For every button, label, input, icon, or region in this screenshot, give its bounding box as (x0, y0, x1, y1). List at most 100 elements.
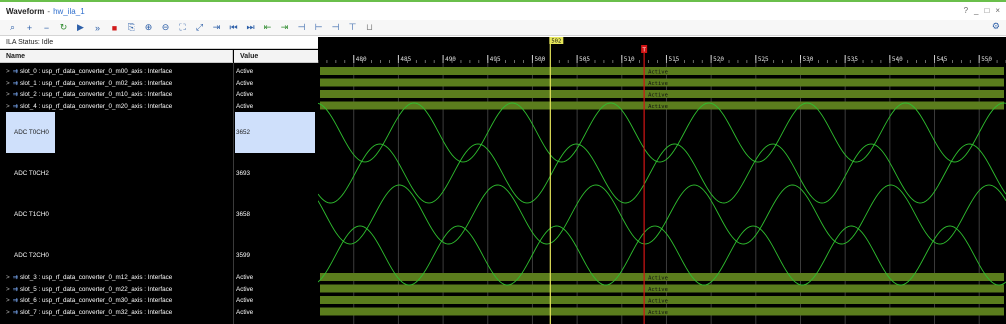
analog-waveform[interactable] (318, 184, 1006, 245)
time-ruler[interactable] (318, 37, 1006, 63)
signal-name[interactable]: > ⇉ slot_1 : usp_rf_data_converter_0_m02_a… (0, 78, 233, 89)
ruler-tick-label: 500 (534, 56, 545, 63)
zoom-cursor-icon[interactable]: ⤢ (191, 21, 208, 35)
chevron-right-icon[interactable]: > (6, 80, 10, 87)
go-last-icon[interactable]: ⏭ (242, 21, 259, 35)
ruler-tick-label: 495 (490, 56, 501, 63)
signal-name[interactable]: > ⇉ slot_4 : usp_rf_data_converter_0_m20_a… (0, 101, 233, 112)
restore-button[interactable]: □ (984, 6, 989, 15)
signal-value: Active (236, 297, 254, 304)
waveform-pane[interactable]: 480 485 490 495 500 505 510 515 520 525 530 535 540 5… (318, 37, 1006, 324)
ruler-tick-label: 520 (713, 56, 724, 63)
signal-row-analog[interactable]: ADC T1CH0 3658 (0, 194, 318, 235)
help-button[interactable]: ? (964, 6, 968, 15)
cursor-icon[interactable]: ⇥ (208, 21, 225, 35)
stop-icon[interactable]: ■ (106, 21, 123, 35)
signal-value: Active (236, 274, 254, 281)
prev-transition-icon[interactable]: ⇤ (259, 21, 276, 35)
next-transition-icon[interactable]: ⇥ (276, 21, 293, 35)
signal-row-bus[interactable]: > ⇉ slot_0 : usp_rf_data_converter_0_m00_a… (0, 66, 318, 77)
window-title: Waveform (6, 6, 45, 16)
chevron-right-icon[interactable]: > (6, 103, 10, 110)
signal-row-bus[interactable]: > ⇉ slot_3 : usp_rf_data_converter_0_m12_a… (0, 272, 318, 283)
zoom-out-icon[interactable]: ⊖ (157, 21, 174, 35)
close-button[interactable]: × (995, 6, 1000, 15)
signal-value: Active (236, 79, 254, 87)
signal-row-bus[interactable]: > ⇉ slot_1 : usp_rf_data_converter_0_m02_a… (0, 78, 318, 89)
bus-value-label: Active (648, 275, 668, 281)
run-trigger-icon[interactable]: ▶ (72, 21, 89, 35)
export-icon[interactable]: ⎘ (123, 21, 140, 35)
signal-row-bus[interactable]: > ⇉ slot_2 : usp_rf_data_converter_0_m10_a… (0, 89, 318, 100)
plus-icon[interactable]: + (21, 21, 38, 35)
minimize-button[interactable]: _ (974, 6, 978, 15)
signal-name-text: slot_4 : usp_rf_data_converter_0_m20_axi… (19, 102, 173, 110)
ila-status: ILA Status: Idle (0, 37, 318, 49)
signal-row-bus[interactable]: > ⇉ slot_6 : usp_rf_data_converter_0_m30_a… (0, 295, 318, 306)
chevron-right-icon[interactable]: > (6, 91, 10, 98)
signal-row-bus[interactable]: > ⇉ slot_4 : usp_rf_data_converter_0_m20_a… (0, 101, 318, 112)
refresh-icon[interactable]: ↻ (55, 21, 72, 35)
signal-row-bus[interactable]: > ⇉ slot_7 : usp_rf_data_converter_0_m32_a… (0, 307, 318, 318)
go-first-icon[interactable]: ⏮ (225, 21, 242, 35)
signal-row-analog[interactable]: ADC T0CH0 3652 (0, 112, 318, 153)
title-bar: Waveform - hw_ila_1 ? _ □ × (0, 0, 1006, 20)
ruler-tick-label: 530 (802, 56, 813, 63)
signal-name[interactable]: > ⇉ slot_6 : usp_rf_data_converter_0_m30_a… (0, 295, 233, 306)
signal-name[interactable]: > ⇉ slot_0 : usp_rf_data_converter_0_m00_a… (0, 66, 233, 77)
swap-cursor-icon[interactable]: ⊤ (344, 21, 361, 35)
ruler-tick-label: 485 (400, 56, 411, 63)
signal-name[interactable]: ADC T0CH2 (0, 153, 233, 194)
next-marker-icon[interactable]: ⊣ (327, 21, 344, 35)
bus-value-label: Active (648, 298, 668, 304)
value-column-header[interactable]: Value (234, 50, 318, 63)
bus-icon: ⇉ (12, 308, 18, 316)
signal-name[interactable]: > ⇉ slot_7 : usp_rf_data_converter_0_m32_a… (0, 307, 233, 318)
signal-name-text: slot_2 : usp_rf_data_converter_0_m10_axi… (19, 91, 173, 98)
signal-row-bus[interactable]: > ⇉ slot_5 : usp_rf_data_converter_0_m22_a… (0, 284, 318, 295)
ruler-tick-label: 490 (445, 56, 456, 63)
ruler-tick-label: 540 (892, 56, 903, 63)
signal-name[interactable]: ADC T2CH0 (0, 235, 233, 276)
chevron-right-icon[interactable]: > (6, 274, 10, 281)
snap-icon[interactable]: ⊔ (361, 21, 378, 35)
bus-value-label: Active (648, 92, 668, 98)
gear-icon[interactable]: ⚙ (992, 21, 1000, 32)
bus-value-label: Active (648, 287, 668, 293)
signal-name[interactable]: > ⇉ slot_5 : usp_rf_data_converter_0_m22_a… (0, 284, 233, 295)
prev-marker-icon[interactable]: ⊢ (310, 21, 327, 35)
chevron-right-icon[interactable]: > (6, 297, 10, 304)
signal-row-analog[interactable]: ADC T0CH2 3693 (0, 153, 318, 194)
analog-waveform[interactable] (318, 143, 1006, 204)
signal-value: 3599 (236, 252, 251, 259)
signal-row-analog[interactable]: ADC T2CH0 3599 (0, 235, 318, 276)
name-column-header[interactable]: Name (0, 50, 233, 63)
bus-icon: ⇉ (12, 285, 18, 293)
signal-name-text: slot_3 : usp_rf_data_converter_0_m12_axi… (19, 274, 173, 281)
signal-name[interactable]: ADC T1CH0 (0, 194, 233, 235)
bus-icon: ⇉ (12, 68, 18, 75)
signal-value: Active (236, 91, 254, 98)
add-marker-icon[interactable]: ⊣ (293, 21, 310, 35)
zoom-fit-icon[interactable]: ⛶ (174, 21, 191, 35)
zoom-in-icon[interactable]: ⊕ (140, 21, 157, 35)
ruler-tick-label: 510 (624, 56, 635, 63)
ruler-tick-label: 545 (937, 56, 948, 63)
window-subtitle-link[interactable]: hw_ila_1 (53, 7, 85, 16)
chevron-right-icon[interactable]: > (6, 309, 10, 316)
ruler-tick-label: 550 (981, 56, 992, 63)
waveform-canvas[interactable]: 480 485 490 495 500 505 510 515 520 525 530 535 540 5… (318, 37, 1006, 324)
minus-icon[interactable]: − (38, 21, 55, 35)
chevron-right-icon[interactable]: > (6, 286, 10, 293)
bus-value-label: Active (648, 69, 668, 75)
signal-value: 3658 (236, 211, 251, 218)
run-immediate-icon[interactable]: » (89, 21, 106, 35)
signal-name[interactable]: > ⇉ slot_3 : usp_rf_data_converter_0_m12_a… (0, 272, 233, 283)
waveform-toolbar: ⌕ + − ↻ ▶» ■ ⎘ ⊕ ⊖ ⛶ ⤢ ⇥ ⏮ ⏭ ⇤ ⇥ ⊣ ⊢ ⊣ ⊤ ⊔ (0, 20, 1006, 36)
signal-name-text: slot_5 : usp_rf_data_converter_0_m22_axi… (19, 285, 173, 293)
signal-name[interactable]: > ⇉ slot_2 : usp_rf_data_converter_0_m10_a… (0, 89, 233, 100)
bus-value-label: Active (648, 104, 668, 110)
chevron-right-icon[interactable]: > (6, 68, 10, 75)
search-icon[interactable]: ⌕ (4, 21, 21, 35)
signal-name[interactable]: ADC T0CH0 (0, 112, 233, 153)
